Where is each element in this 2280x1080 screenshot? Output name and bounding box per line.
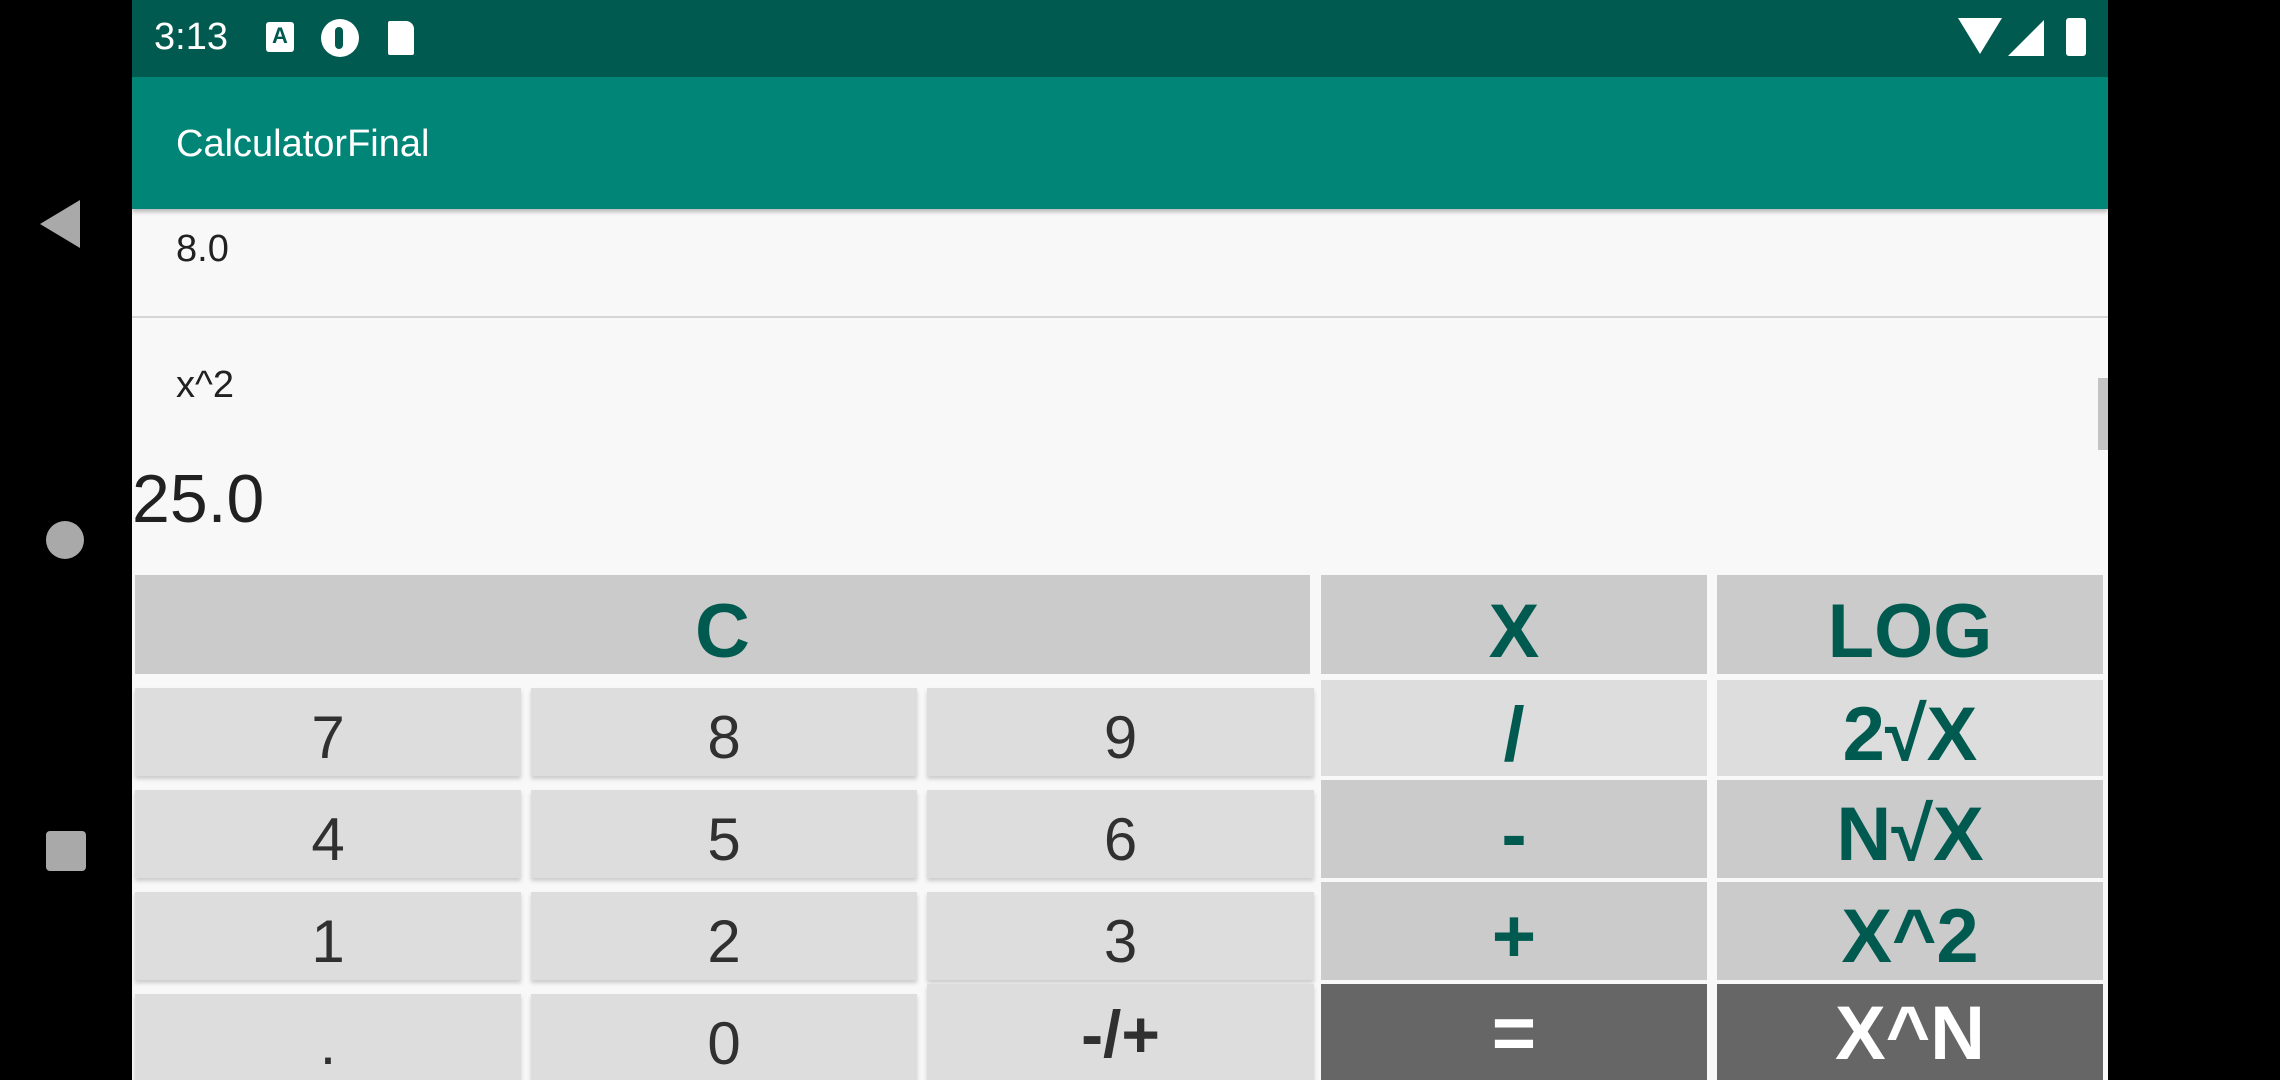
minus-button[interactable]: - (1321, 780, 1707, 878)
digit-1-button[interactable]: 1 (135, 892, 521, 980)
decimal-point-button[interactable]: . (135, 994, 521, 1080)
wifi-icon (1958, 18, 2002, 54)
back-icon[interactable] (40, 200, 80, 248)
recent-apps-icon[interactable] (46, 831, 86, 871)
device-frame: 3:13 A CalculatorFinal 8.0 x^2 25.0 C X … (0, 0, 2280, 1080)
app-bar: CalculatorFinal (132, 77, 2108, 209)
digit-5-button[interactable]: 5 (531, 790, 917, 878)
history-item[interactable]: 8.0 (176, 228, 229, 271)
home-icon[interactable] (46, 521, 84, 559)
multiply-button[interactable]: X (1321, 575, 1707, 674)
sd-card-icon (388, 21, 414, 55)
digit-3-button[interactable]: 3 (927, 892, 1314, 980)
signal-icon (2008, 20, 2044, 56)
app-screen: 3:13 A CalculatorFinal 8.0 x^2 25.0 C X … (132, 0, 2108, 1080)
result-display: 25.0 (132, 461, 265, 537)
keyboard-a-icon: A (266, 22, 294, 52)
clear-button[interactable]: C (135, 575, 1310, 674)
battery-icon (2066, 18, 2086, 56)
status-bar: 3:13 A (132, 0, 2108, 77)
digit-4-button[interactable]: 4 (135, 790, 521, 878)
history-item[interactable]: x^2 (176, 364, 234, 407)
plus-button[interactable]: + (1321, 882, 1707, 980)
square-button[interactable]: X^2 (1717, 882, 2103, 980)
digit-8-button[interactable]: 8 (531, 688, 917, 776)
equals-button[interactable]: = (1321, 984, 1707, 1080)
negate-button[interactable]: -/+ (927, 984, 1314, 1080)
scrollbar[interactable] (2098, 378, 2108, 450)
divider (132, 316, 2108, 318)
navigation-bar (0, 0, 132, 1080)
nth-root-button[interactable]: N√X (1717, 780, 2103, 878)
digit-9-button[interactable]: 9 (927, 688, 1314, 776)
app-title: CalculatorFinal (176, 123, 430, 165)
digit-6-button[interactable]: 6 (927, 790, 1314, 878)
divide-button[interactable]: / (1321, 680, 1707, 777)
digit-2-button[interactable]: 2 (531, 892, 917, 980)
digit-0-button[interactable]: 0 (531, 994, 917, 1080)
log-button[interactable]: LOG (1717, 575, 2103, 674)
digit-7-button[interactable]: 7 (135, 688, 521, 776)
status-time: 3:13 (154, 16, 228, 58)
circle-app-icon (321, 19, 359, 57)
square-root-button[interactable]: 2√X (1717, 680, 2103, 777)
power-button[interactable]: X^N (1717, 984, 2103, 1080)
